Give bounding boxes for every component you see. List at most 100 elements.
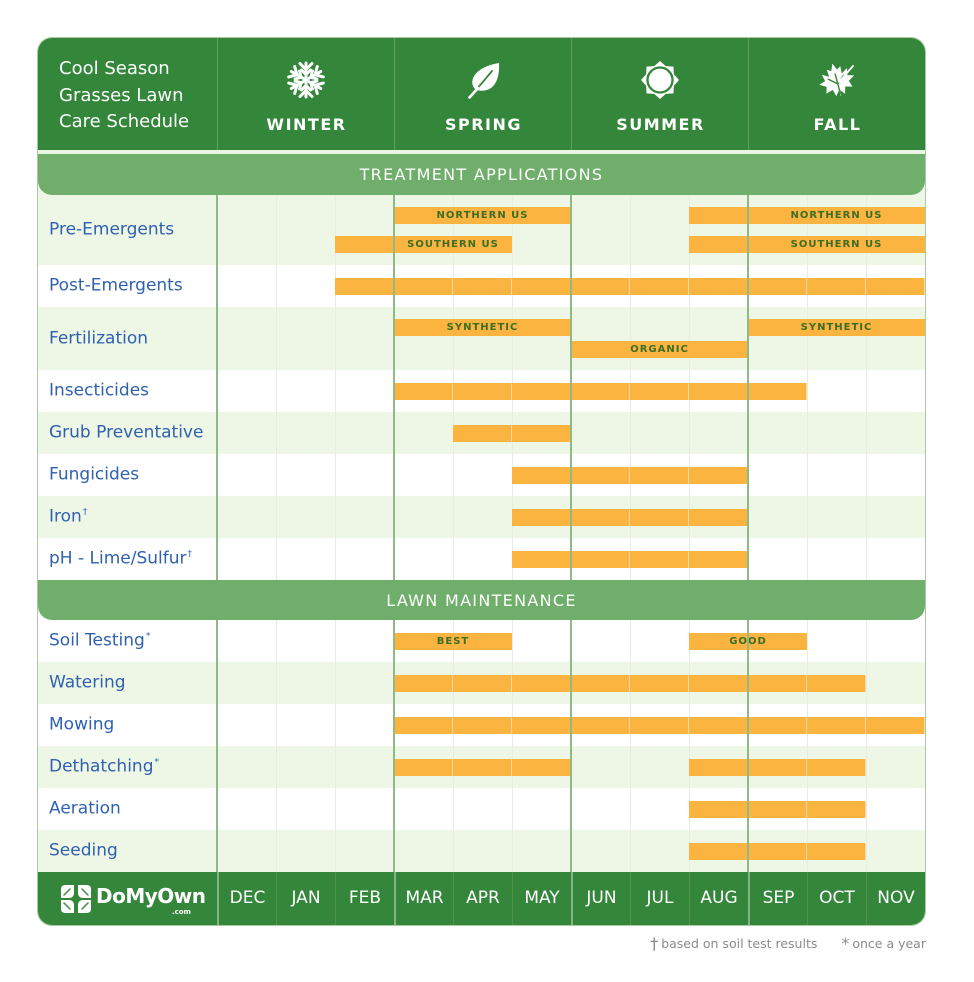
row-label-text: Seeding [49, 840, 118, 861]
row-label: Grub Preventative [49, 423, 203, 443]
row-pre-emergents: Pre-Emergents NORTHERN US NORTHERN US SOUTH… [38, 195, 925, 265]
asterisk-mark: * [145, 631, 151, 642]
dagger-mark: † [187, 549, 193, 560]
row-iron: Iron† [38, 496, 925, 538]
month-label-oct: OCT [807, 872, 866, 925]
season-name: WINTER [266, 115, 347, 134]
footnote-text: once a year [852, 936, 926, 951]
month-label-dec: DEC [217, 872, 276, 925]
title-line: Care Schedule [59, 111, 190, 132]
schedule-bar [689, 843, 866, 860]
row-seeding: Seeding [38, 830, 925, 872]
row-label: Post-Emergents [49, 276, 183, 296]
row-label: pH - Lime/Sulfur† [49, 549, 192, 569]
row-label: Pre-Emergents [49, 220, 174, 240]
season-spring: SPRING [394, 38, 572, 150]
row-label-text: pH - Lime/Sulfur [49, 548, 187, 569]
season-gridline [747, 195, 749, 873]
schedule-bar [689, 801, 866, 818]
row-label: Insecticides [49, 381, 149, 401]
season-name: SUMMER [616, 115, 705, 134]
row-label-text: Fungicides [49, 464, 140, 485]
season-fall: FALL [748, 38, 925, 150]
section-title-bar: TREATMENT APPLICATIONS [38, 154, 925, 195]
row-label: Watering [49, 673, 126, 693]
footnote-soil-test: † based on soil test results [650, 934, 821, 953]
row-label-text: Fertilization [49, 328, 149, 349]
season-summer: SUMMER [571, 38, 749, 150]
row-label: Fungicides [49, 465, 139, 485]
row-label-text: Watering [49, 672, 126, 693]
schedule-bar: SOUTHERN US [689, 236, 925, 253]
row-label-text: Pre-Emergents [49, 219, 175, 240]
schedule-bar [335, 278, 925, 295]
bar-label: ORGANIC [630, 344, 689, 355]
bar-label: SOUTHERN US [790, 239, 883, 250]
row-label: Soil Testing* [49, 631, 150, 651]
logo-leaves-icon [61, 885, 91, 913]
bar-label: SOUTHERN US [407, 239, 499, 250]
schedule-bar: NORTHERN US [394, 207, 571, 224]
season-gridline [570, 195, 572, 873]
schedule-bar [689, 759, 866, 776]
schedule-bar: SYNTHETIC [394, 319, 571, 336]
domyown-logo: DoMyOwn .com [60, 882, 206, 916]
schedule-bar [394, 675, 866, 692]
month-label-mar: MAR [394, 872, 453, 925]
dagger-mark: † [650, 934, 659, 953]
title-line: Grasses Lawn [59, 84, 184, 106]
snowflake-icon [286, 61, 326, 99]
row-label-text: Dethatching [49, 756, 154, 777]
schedule-bar [394, 383, 807, 400]
month-label-may: MAY [512, 872, 571, 925]
row-dethatching: Dethatching* [38, 746, 925, 788]
row-label: Fertilization [49, 328, 148, 348]
row-soil-testing: Soil Testing*BESTGOOD [38, 620, 925, 662]
row-watering: Watering [38, 662, 925, 704]
section-title: TREATMENT APPLICATIONS [359, 165, 604, 184]
month-label-nov: NOV [866, 872, 925, 925]
season-gridline [216, 195, 218, 873]
section-band: LAWN MAINTENANCE [38, 580, 925, 620]
month-label-aug: AUG [689, 872, 748, 925]
row-label: Aeration [49, 799, 121, 819]
logo-text: DoMyOwn [96, 884, 206, 908]
logo-subtext: .com [172, 908, 191, 916]
month-gridline [630, 195, 631, 873]
schedule-bar: NORTHERN US [689, 207, 925, 224]
season-gridline [393, 195, 395, 873]
row-fertilization: Fertilization SYNTHETIC ORGANIC SYNTHETIC [38, 307, 925, 370]
schedule-bar [512, 509, 748, 526]
maple-leaf-icon [819, 63, 855, 97]
month-label-jan: JAN [276, 872, 335, 925]
title-line: Cool Season [59, 58, 170, 79]
row-grub-preventative: Grub Preventative [38, 412, 925, 454]
month-label-apr: APR [453, 872, 512, 925]
footnotes: † based on soil test results * once a year [630, 934, 926, 953]
section-title-bar: LAWN MAINTENANCE [38, 580, 925, 620]
row-aeration: Aeration [38, 788, 925, 830]
lawn-care-schedule-chart: Cool Season Grasses Lawn Care Schedule W… [38, 38, 925, 925]
footnote-once-a-year: * once a year [841, 934, 926, 953]
schedule-bar: BEST [394, 633, 512, 650]
schedule-bar [394, 759, 571, 776]
asterisk-mark: * [154, 757, 159, 768]
bar-label: NORTHERN US [790, 210, 883, 221]
month-axis-footer: DoMyOwn .com DEC JAN FEB MAR APR MAY JUN JUL AUG… [38, 872, 925, 925]
month-label-jul: JUL [630, 872, 689, 925]
bar-label: NORTHERN US [436, 210, 529, 221]
row-label-text: Post-Emergents [49, 275, 183, 296]
schedule-bar: ORGANIC [571, 341, 748, 358]
schedule-bar: SYNTHETIC [748, 319, 925, 336]
row-label-text: Insecticides [49, 380, 150, 401]
row-fungicides: Fungicides [38, 454, 925, 496]
row-label: Dethatching* [49, 757, 159, 777]
month-label-jun: JUN [571, 872, 630, 925]
bar-label: SYNTHETIC [446, 322, 519, 333]
bar-label: SYNTHETIC [800, 322, 873, 333]
asterisk-mark: * [841, 934, 850, 953]
month-gridline [335, 195, 336, 873]
schedule-bar [512, 467, 748, 484]
month-label-feb: FEB [335, 872, 394, 925]
row-label-text: Iron [49, 506, 82, 527]
